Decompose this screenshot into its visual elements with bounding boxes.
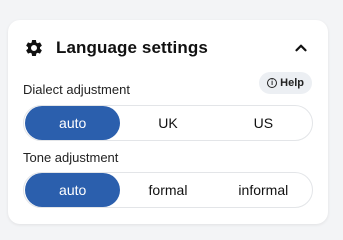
dialect-label: Dialect adjustment bbox=[23, 82, 130, 97]
dialect-option-auto[interactable]: auto bbox=[25, 106, 121, 140]
info-icon: i bbox=[267, 78, 278, 88]
tone-selector: auto formal informal bbox=[23, 172, 313, 208]
dialect-option-uk[interactable]: UK bbox=[120, 106, 215, 140]
panel-title: Language settings bbox=[56, 38, 208, 57]
dialect-option-us[interactable]: US bbox=[216, 106, 311, 140]
panel-header[interactable]: Language settings bbox=[24, 36, 312, 60]
chevron-up-icon[interactable] bbox=[292, 39, 310, 57]
tone-option-formal[interactable]: formal bbox=[120, 173, 215, 207]
help-button[interactable]: i Help bbox=[259, 72, 312, 94]
tone-option-informal[interactable]: informal bbox=[216, 173, 311, 207]
tone-label: Tone adjustment bbox=[23, 150, 119, 165]
language-settings-panel: Language settings Dialect adjustment i H… bbox=[8, 20, 328, 224]
help-label: Help bbox=[280, 77, 304, 89]
dialect-selector: auto UK US bbox=[23, 105, 313, 141]
tone-option-auto[interactable]: auto bbox=[25, 173, 121, 207]
gear-icon bbox=[24, 38, 44, 58]
